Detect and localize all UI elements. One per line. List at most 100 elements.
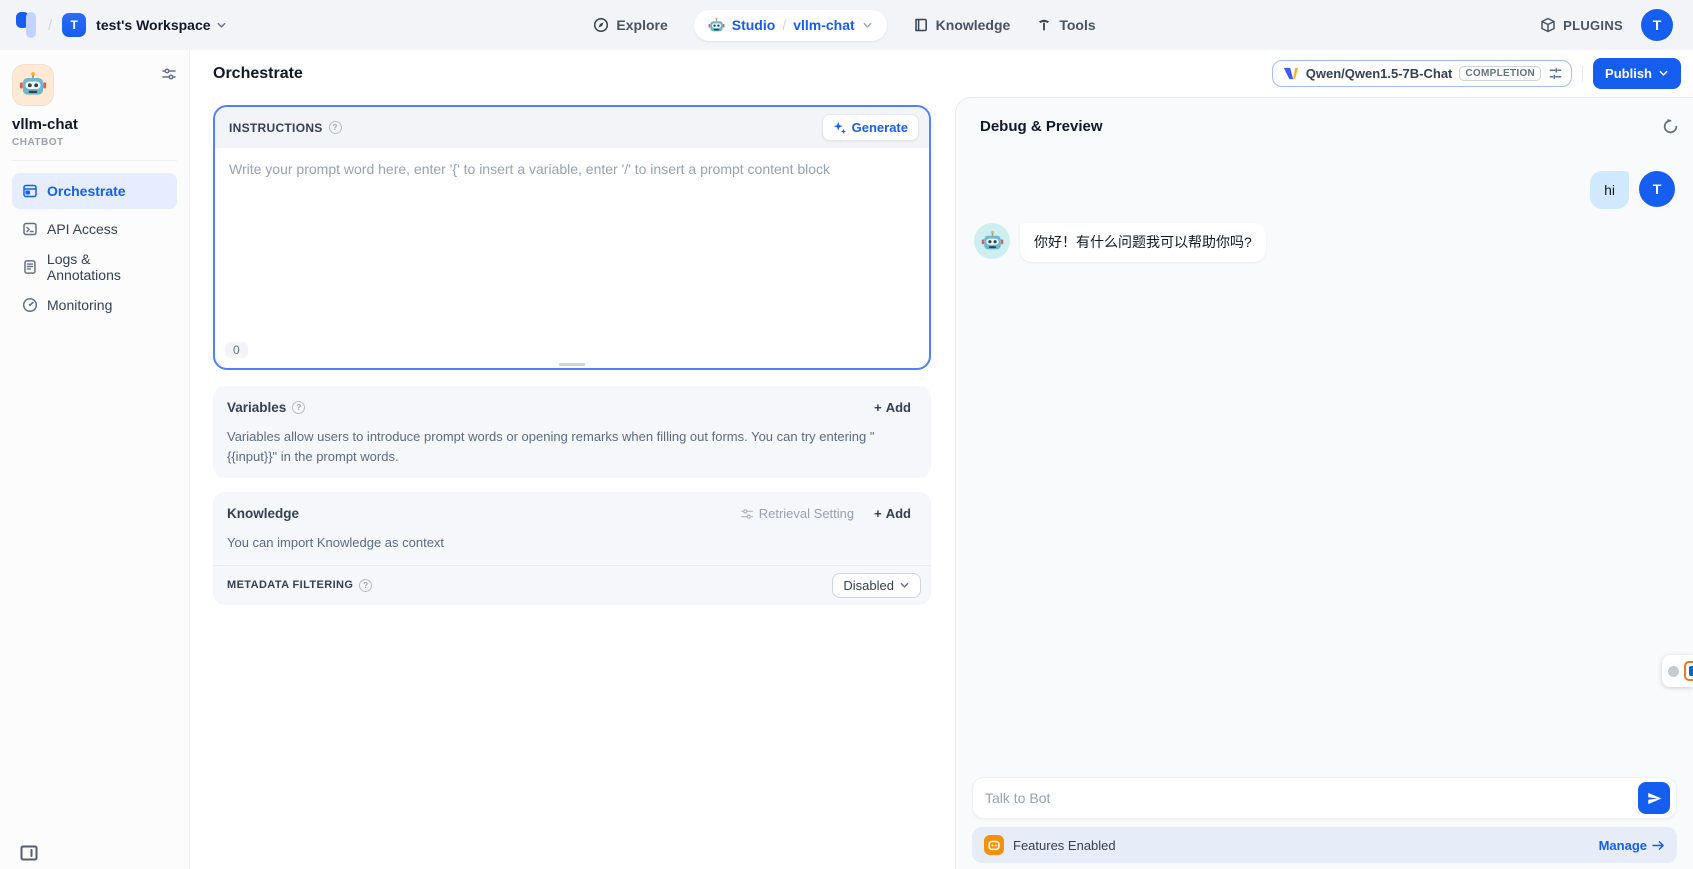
manage-features-link[interactable]: Manage xyxy=(1599,838,1665,853)
collapse-panel-icon xyxy=(20,845,38,861)
nav-studio-label: Studio xyxy=(732,17,776,33)
retrieval-setting-label: Retrieval Setting xyxy=(759,506,854,521)
workspace-switcher[interactable]: test's Workspace xyxy=(96,17,226,33)
dify-app-window: / T test's Workspace Explore Studio / vl… xyxy=(0,0,1693,869)
publish-button[interactable]: Publish xyxy=(1593,58,1681,89)
plus-icon: + xyxy=(874,400,882,415)
nav-current-app: vllm-chat xyxy=(793,17,854,33)
orchestrate-config-column: INSTRUCTIONS Generate Write your prompt … xyxy=(190,97,955,869)
dify-logo[interactable] xyxy=(16,12,38,38)
app-settings-icon[interactable] xyxy=(161,66,177,82)
chat-message-user: hi T xyxy=(974,171,1675,209)
add-variable-button[interactable]: + Add xyxy=(868,396,917,419)
chat-input[interactable] xyxy=(985,790,1638,806)
prompt-editor[interactable]: Write your prompt word here, enter '{' t… xyxy=(215,148,929,333)
variables-description: Variables allow users to introduce promp… xyxy=(213,425,931,478)
debug-preview-panel: Debug & Preview hi T 你好！有什么问题我可以帮助你吗 xyxy=(955,97,1693,869)
instructions-card: INSTRUCTIONS Generate Write your prompt … xyxy=(213,105,931,370)
metadata-filtering-row: METADATA FILTERING Disabled xyxy=(213,565,931,605)
knowledge-card: Knowledge Retrieval Setting + Add xyxy=(213,492,931,605)
sidebar-item-monitoring[interactable]: Monitoring xyxy=(12,287,177,323)
sidebar-item-label: Logs & Annotations xyxy=(47,251,167,283)
variables-title: Variables xyxy=(227,400,286,415)
variables-card: Variables + Add Variables allow users to… xyxy=(213,386,931,478)
generate-button[interactable]: Generate xyxy=(822,114,919,141)
user-message-bubble: hi xyxy=(1590,171,1629,209)
retrieval-setting-button[interactable]: Retrieval Setting xyxy=(740,506,854,521)
debug-preview-title: Debug & Preview xyxy=(980,118,1103,135)
model-name: Qwen/Qwen1.5-7B-Chat xyxy=(1306,66,1453,81)
add-knowledge-button[interactable]: + Add xyxy=(868,502,917,525)
publish-label: Publish xyxy=(1605,66,1652,81)
help-icon[interactable] xyxy=(329,121,342,134)
chevron-down-icon[interactable] xyxy=(862,20,873,31)
book-icon xyxy=(913,17,929,33)
chat-input-area: Features Enabled Manage xyxy=(956,777,1693,869)
content-area: Orchestrate Qwen/Qwen1.5-7B-Chat COMPLET… xyxy=(190,50,1693,869)
features-bar: Features Enabled Manage xyxy=(972,827,1677,863)
nav-explore[interactable]: Explore xyxy=(593,17,667,33)
add-label: Add xyxy=(886,506,911,521)
model-mode-badge: COMPLETION xyxy=(1459,66,1541,81)
chevron-down-icon xyxy=(216,20,227,31)
manage-label: Manage xyxy=(1599,838,1647,853)
resize-handle[interactable] xyxy=(559,363,585,366)
metadata-filtering-toggle[interactable]: Disabled xyxy=(832,573,921,598)
model-selector[interactable]: Qwen/Qwen1.5-7B-Chat COMPLETION xyxy=(1272,60,1572,87)
app-type-badge: CHATBOT xyxy=(12,137,177,148)
features-enabled-label: Features Enabled xyxy=(1013,838,1590,853)
top-navigation-bar: / T test's Workspace Explore Studio / vl… xyxy=(0,0,1693,50)
metadata-filtering-title: METADATA FILTERING xyxy=(227,579,353,591)
gauge-icon xyxy=(22,297,38,313)
orchestrate-icon xyxy=(22,183,38,199)
chat-input-box xyxy=(972,777,1677,819)
send-button[interactable] xyxy=(1638,782,1670,814)
arrow-right-icon xyxy=(1652,840,1665,851)
nav-knowledge[interactable]: Knowledge xyxy=(913,17,1011,33)
char-count-badge: 0 xyxy=(225,342,248,358)
chat-message-bot: 你好！有什么问题我可以帮助你吗? xyxy=(974,223,1675,261)
sidebar-item-orchestrate[interactable]: Orchestrate xyxy=(12,173,177,209)
app-name: vllm-chat xyxy=(12,116,177,133)
content-header: Orchestrate Qwen/Qwen1.5-7B-Chat COMPLET… xyxy=(190,50,1693,97)
user-avatar[interactable]: T xyxy=(1641,9,1673,41)
chevron-down-icon xyxy=(899,580,910,591)
nav-separator: / xyxy=(782,17,786,33)
restart-conversation-button[interactable] xyxy=(1658,114,1683,139)
sparkle-icon xyxy=(833,121,847,135)
paper-plane-icon xyxy=(1647,791,1662,806)
breadcrumb-separator: / xyxy=(48,17,52,34)
nav-explore-label: Explore xyxy=(616,17,667,33)
terminal-icon xyxy=(22,221,38,237)
bot-face-icon xyxy=(987,838,1001,852)
app-icon[interactable] xyxy=(12,64,54,106)
vllm-provider-icon xyxy=(1283,66,1299,81)
sidebar-item-label: Orchestrate xyxy=(47,183,126,199)
hammer-icon xyxy=(1036,17,1052,33)
knowledge-title: Knowledge xyxy=(227,506,299,521)
user-chat-avatar: T xyxy=(1639,171,1675,207)
collapse-sidebar-button[interactable] xyxy=(20,845,38,861)
sidebar-item-api-access[interactable]: API Access xyxy=(12,211,177,247)
metadata-state-label: Disabled xyxy=(843,578,894,593)
model-params-icon[interactable] xyxy=(1548,66,1563,81)
sidebar-menu: Orchestrate API Access Logs & Annotation… xyxy=(12,173,177,323)
plus-icon: + xyxy=(874,506,882,521)
help-icon[interactable] xyxy=(292,401,305,414)
retrieval-setting-icon xyxy=(740,507,754,521)
app-sidebar: vllm-chat CHATBOT Orchestrate API Access… xyxy=(0,50,190,869)
plugins-label: PLUGINS xyxy=(1563,18,1623,33)
knowledge-description: You can import Knowledge as context xyxy=(213,531,931,565)
plugins-button[interactable]: PLUGINS xyxy=(1540,17,1623,33)
sidebar-item-label: Monitoring xyxy=(47,297,112,313)
nav-studio-active[interactable]: Studio / vllm-chat xyxy=(694,10,887,41)
nav-knowledge-label: Knowledge xyxy=(936,17,1011,33)
refresh-icon xyxy=(1662,118,1679,135)
nav-tools[interactable]: Tools xyxy=(1036,17,1095,33)
floating-extension-widget[interactable] xyxy=(1662,655,1693,687)
robot-icon xyxy=(19,71,47,99)
instructions-title: INSTRUCTIONS xyxy=(229,121,323,135)
help-icon[interactable] xyxy=(359,579,372,592)
sidebar-item-logs-annotations[interactable]: Logs & Annotations xyxy=(12,249,177,285)
workspace-avatar[interactable]: T xyxy=(62,13,86,37)
